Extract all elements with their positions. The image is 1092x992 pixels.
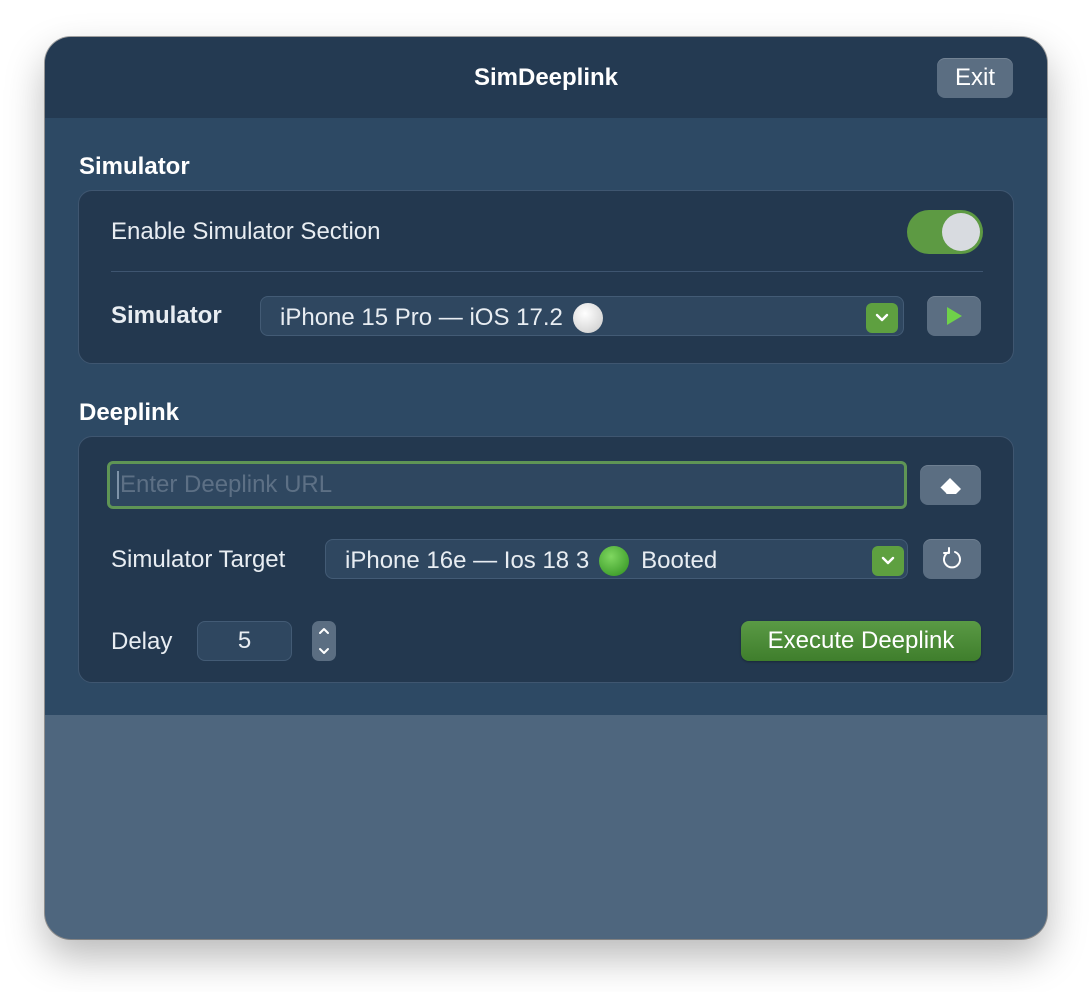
simulator-status-dot-icon xyxy=(572,303,603,333)
window-title: SimDeeplink xyxy=(473,64,619,91)
delay-field[interactable]: 5 xyxy=(197,621,292,661)
simulator-select-value: iPhone 15 Pro — iOS 17.2 xyxy=(280,304,563,331)
play-icon xyxy=(947,307,962,325)
chevron-down-icon xyxy=(866,303,898,333)
deeplink-card: Simulator Target iPhone 16e — Ios 18 3 B… xyxy=(78,436,1014,683)
delay-stepper[interactable] xyxy=(312,621,336,661)
title-bar: SimDeeplink Exit xyxy=(45,37,1047,118)
simulator-target-status: Booted xyxy=(641,547,718,574)
simulator-card: Enable Simulator Section Simulator iPhon… xyxy=(78,190,1014,364)
clear-url-button[interactable] xyxy=(920,465,981,505)
delay-label: Delay xyxy=(111,628,173,655)
enable-simulator-label: Enable Simulator Section xyxy=(111,218,381,245)
text-caret xyxy=(117,471,119,499)
refresh-icon xyxy=(943,547,961,569)
chevron-down-icon[interactable] xyxy=(312,641,336,661)
simulator-select[interactable]: iPhone 15 Pro — iOS 17.2 xyxy=(260,296,904,336)
run-simulator-button[interactable] xyxy=(927,296,981,336)
toggle-knob xyxy=(942,213,980,251)
refresh-targets-button[interactable] xyxy=(923,539,981,579)
booted-status-dot-icon xyxy=(599,546,630,576)
simulator-target-value: iPhone 16e — Ios 18 3 xyxy=(345,547,590,574)
app-window: SimDeeplink Exit Simulator Enable Simula… xyxy=(45,37,1047,939)
simulator-target-select[interactable]: iPhone 16e — Ios 18 3 Booted xyxy=(325,539,908,579)
deeplink-url-input[interactable] xyxy=(107,461,907,509)
deeplink-section-header: Deeplink xyxy=(79,399,180,426)
simulator-label: Simulator xyxy=(111,302,222,329)
eraser-icon xyxy=(938,478,961,495)
main-content: Simulator Enable Simulator Section Simul… xyxy=(45,118,1047,715)
exit-button[interactable]: Exit xyxy=(937,58,1013,98)
execute-deeplink-button[interactable]: Execute Deeplink xyxy=(741,621,981,661)
enable-simulator-toggle[interactable] xyxy=(907,210,983,254)
divider xyxy=(111,271,983,272)
simulator-target-label: Simulator Target xyxy=(111,546,286,573)
chevron-down-icon xyxy=(872,546,904,576)
simulator-section-header: Simulator xyxy=(79,153,190,180)
chevron-up-icon[interactable] xyxy=(312,621,336,641)
